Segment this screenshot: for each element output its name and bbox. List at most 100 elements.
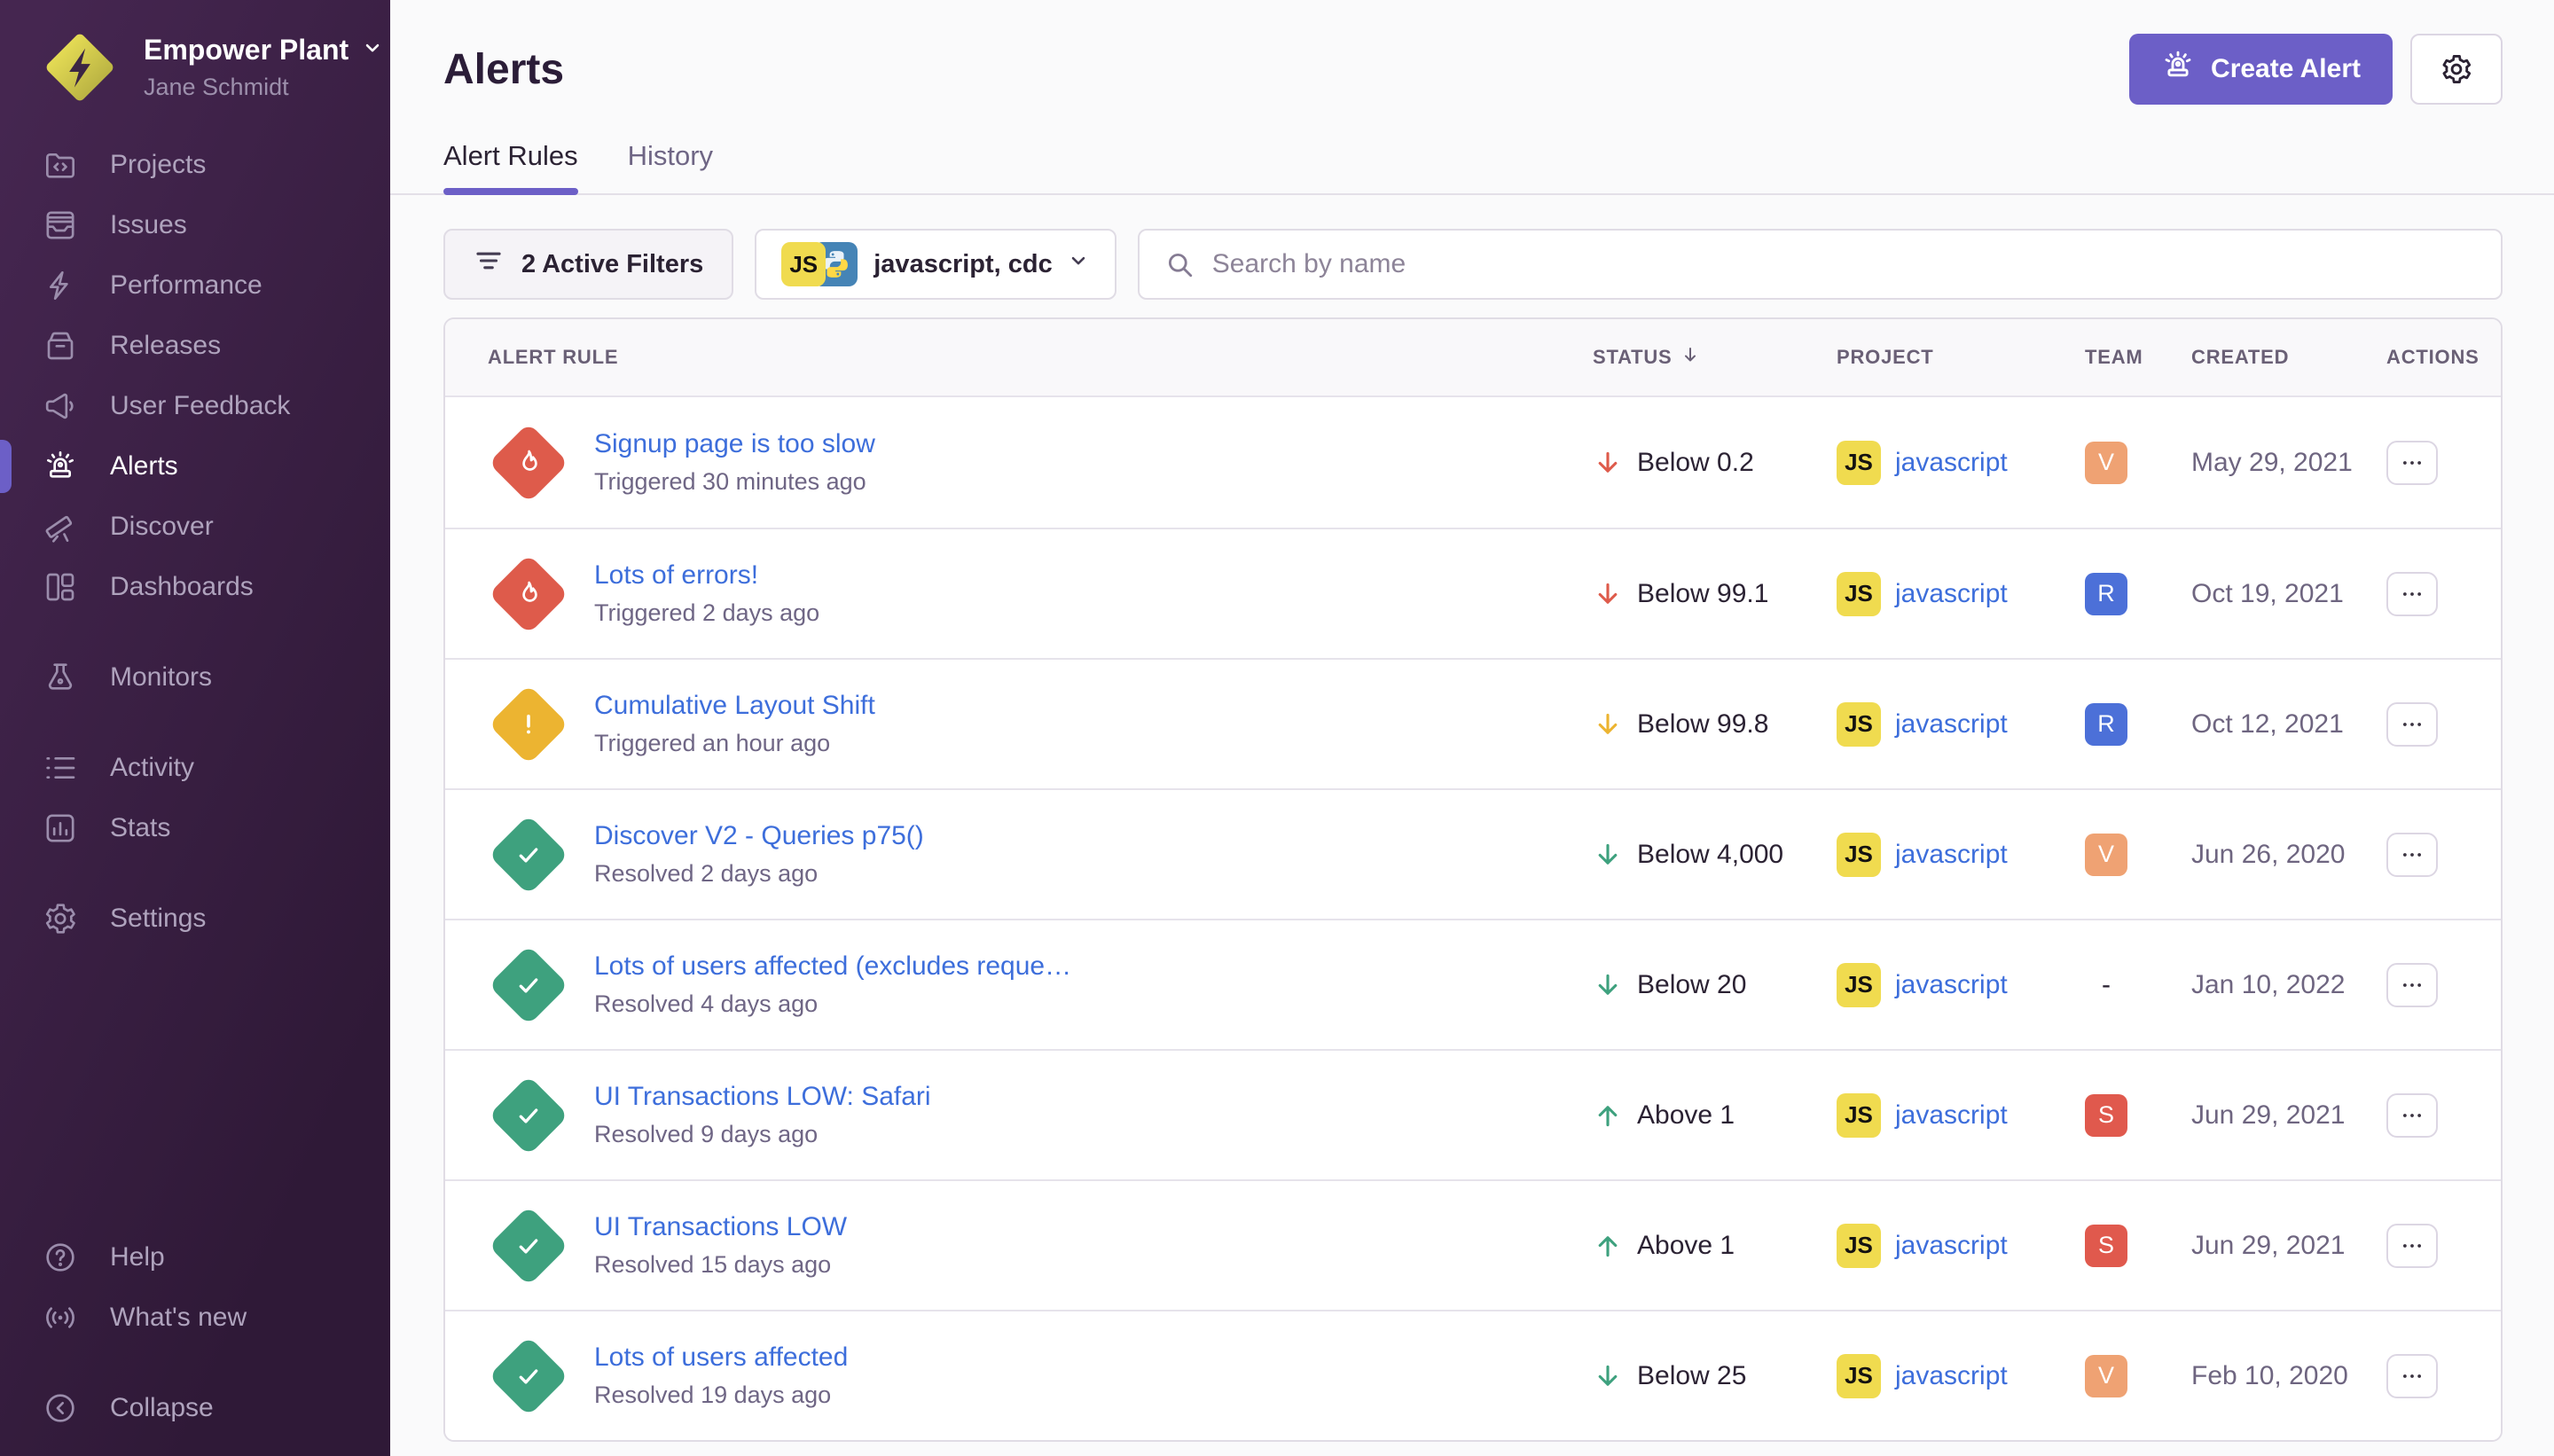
ellipsis-icon bbox=[2399, 711, 2425, 738]
stats-icon bbox=[43, 810, 78, 846]
org-name: Empower Plant bbox=[144, 34, 349, 67]
search-icon bbox=[1164, 249, 1195, 279]
column-header-created[interactable]: Created bbox=[2184, 346, 2379, 369]
alert-rule-link[interactable]: UI Transactions LOW bbox=[594, 1212, 847, 1242]
sidebar-item-user-feedback[interactable]: User Feedback bbox=[0, 376, 390, 436]
alert-rule-activity: Resolved 4 days ago bbox=[594, 990, 1071, 1018]
active-filters-button[interactable]: 2 Active Filters bbox=[443, 229, 733, 300]
created-date: Oct 19, 2021 bbox=[2184, 579, 2379, 609]
ellipsis-icon bbox=[2399, 581, 2425, 607]
status-value: Above 1 bbox=[1637, 1100, 1735, 1131]
row-actions-button[interactable] bbox=[2386, 702, 2438, 747]
project-link[interactable]: javascript bbox=[1895, 1361, 2008, 1391]
project-link[interactable]: javascript bbox=[1895, 579, 2008, 609]
resolved-alert-icon bbox=[488, 1335, 569, 1417]
team-avatar: V bbox=[2085, 1355, 2127, 1397]
table-row: Discover V2 - Queries p75() Resolved 2 d… bbox=[445, 788, 2501, 919]
status-arrow-down-icon bbox=[1593, 970, 1623, 1000]
status-value: Below 99.8 bbox=[1637, 709, 1768, 740]
sidebar-item-whats-new[interactable]: What's new bbox=[0, 1288, 390, 1348]
dashboards-icon bbox=[43, 569, 78, 605]
org-switcher[interactable]: Empower Plant Jane Schmidt bbox=[0, 27, 390, 108]
team-avatar: V bbox=[2085, 442, 2127, 484]
sidebar-item-discover[interactable]: Discover bbox=[0, 497, 390, 557]
team-avatar: R bbox=[2085, 703, 2127, 746]
alerts-icon bbox=[43, 449, 78, 484]
column-header-project[interactable]: Project bbox=[1829, 346, 2078, 369]
alert-rule-link[interactable]: Signup page is too slow bbox=[594, 429, 875, 459]
sidebar-item-issues[interactable]: Issues bbox=[0, 195, 390, 255]
alert-rule-link[interactable]: Discover V2 - Queries p75() bbox=[594, 821, 924, 851]
sidebar-item-help[interactable]: Help bbox=[0, 1227, 390, 1288]
search-input[interactable] bbox=[1212, 249, 2501, 279]
table-row: UI Transactions LOW: Safari Resolved 9 d… bbox=[445, 1049, 2501, 1179]
project-link[interactable]: javascript bbox=[1895, 970, 2008, 1000]
siren-icon bbox=[2161, 49, 2195, 90]
alert-rule-link[interactable]: Lots of users affected (excludes reque… bbox=[594, 951, 1071, 982]
alert-rule-activity: Triggered 30 minutes ago bbox=[594, 468, 875, 496]
alert-rule-activity: Triggered 2 days ago bbox=[594, 599, 819, 627]
warning-alert-icon bbox=[488, 684, 569, 765]
row-actions-button[interactable] bbox=[2386, 1224, 2438, 1268]
sidebar-item-performance[interactable]: Performance bbox=[0, 255, 390, 316]
column-header-alert-rule[interactable]: Alert Rule bbox=[445, 346, 1586, 369]
sidebar-item-settings[interactable]: Settings bbox=[0, 888, 390, 949]
row-actions-button[interactable] bbox=[2386, 963, 2438, 1007]
column-header-actions: Actions bbox=[2379, 346, 2501, 369]
resolved-alert-icon bbox=[488, 1075, 569, 1156]
alert-rule-activity: Resolved 19 days ago bbox=[594, 1382, 848, 1409]
sidebar-item-collapse[interactable]: Collapse bbox=[0, 1378, 390, 1438]
alert-rule-activity: Resolved 9 days ago bbox=[594, 1121, 931, 1148]
row-actions-button[interactable] bbox=[2386, 1354, 2438, 1398]
sidebar-item-monitors[interactable]: Monitors bbox=[0, 647, 390, 708]
project-filter-dropdown[interactable]: JS javascript, cdc bbox=[755, 229, 1116, 300]
table-row: UI Transactions LOW Resolved 15 days ago… bbox=[445, 1179, 2501, 1310]
status-arrow-up-icon bbox=[1593, 1100, 1623, 1131]
alert-rule-link[interactable]: Lots of users affected bbox=[594, 1342, 848, 1373]
status-arrow-up-icon bbox=[1593, 1231, 1623, 1261]
sidebar-footer-nav: Help What's new Collapse bbox=[0, 1197, 390, 1456]
table-row: Signup page is too slow Triggered 30 min… bbox=[445, 397, 2501, 528]
team-avatar: S bbox=[2085, 1094, 2127, 1137]
status-value: Below 0.2 bbox=[1637, 448, 1754, 478]
status-value: Below 99.1 bbox=[1637, 579, 1768, 609]
user-feedback-icon bbox=[43, 388, 78, 424]
created-date: Jun 26, 2020 bbox=[2184, 840, 2379, 870]
row-actions-button[interactable] bbox=[2386, 572, 2438, 616]
critical-alert-icon bbox=[488, 553, 569, 635]
created-date: Feb 10, 2020 bbox=[2184, 1361, 2379, 1391]
tab-alert-rules[interactable]: Alert Rules bbox=[443, 140, 578, 193]
releases-icon bbox=[43, 328, 78, 364]
column-header-team[interactable]: Team bbox=[2078, 346, 2184, 369]
project-link[interactable]: javascript bbox=[1895, 448, 2008, 478]
created-date: May 29, 2021 bbox=[2184, 448, 2379, 478]
sidebar-item-projects[interactable]: Projects bbox=[0, 135, 390, 195]
table-row: Lots of users affected Resolved 19 days … bbox=[445, 1310, 2501, 1440]
alert-rule-link[interactable]: Cumulative Layout Shift bbox=[594, 691, 875, 721]
project-link[interactable]: javascript bbox=[1895, 1100, 2008, 1131]
create-alert-button[interactable]: Create Alert bbox=[2129, 34, 2393, 105]
resolved-alert-icon bbox=[488, 944, 569, 1026]
row-actions-button[interactable] bbox=[2386, 1093, 2438, 1138]
row-actions-button[interactable] bbox=[2386, 441, 2438, 485]
javascript-platform-icon: JS bbox=[1837, 1354, 1881, 1398]
sidebar-item-activity[interactable]: Activity bbox=[0, 738, 390, 798]
project-link[interactable]: javascript bbox=[1895, 709, 2008, 740]
active-filters-label: 2 Active Filters bbox=[521, 250, 703, 279]
whats-new-icon bbox=[43, 1300, 78, 1335]
alert-rule-link[interactable]: UI Transactions LOW: Safari bbox=[594, 1082, 931, 1112]
project-link[interactable]: javascript bbox=[1895, 840, 2008, 870]
tab-history[interactable]: History bbox=[628, 140, 713, 193]
alert-rule-activity: Triggered an hour ago bbox=[594, 730, 875, 757]
column-header-status[interactable]: Status bbox=[1586, 344, 1829, 371]
settings-button[interactable] bbox=[2410, 34, 2503, 105]
row-actions-button[interactable] bbox=[2386, 833, 2438, 877]
sidebar-item-releases[interactable]: Releases bbox=[0, 316, 390, 376]
performance-icon bbox=[43, 268, 78, 303]
status-arrow-down-icon bbox=[1593, 579, 1623, 609]
sidebar-item-dashboards[interactable]: Dashboards bbox=[0, 557, 390, 617]
alert-rule-link[interactable]: Lots of errors! bbox=[594, 560, 819, 591]
project-link[interactable]: javascript bbox=[1895, 1231, 2008, 1261]
sidebar-item-alerts[interactable]: Alerts bbox=[0, 436, 390, 497]
sidebar-item-stats[interactable]: Stats bbox=[0, 798, 390, 858]
